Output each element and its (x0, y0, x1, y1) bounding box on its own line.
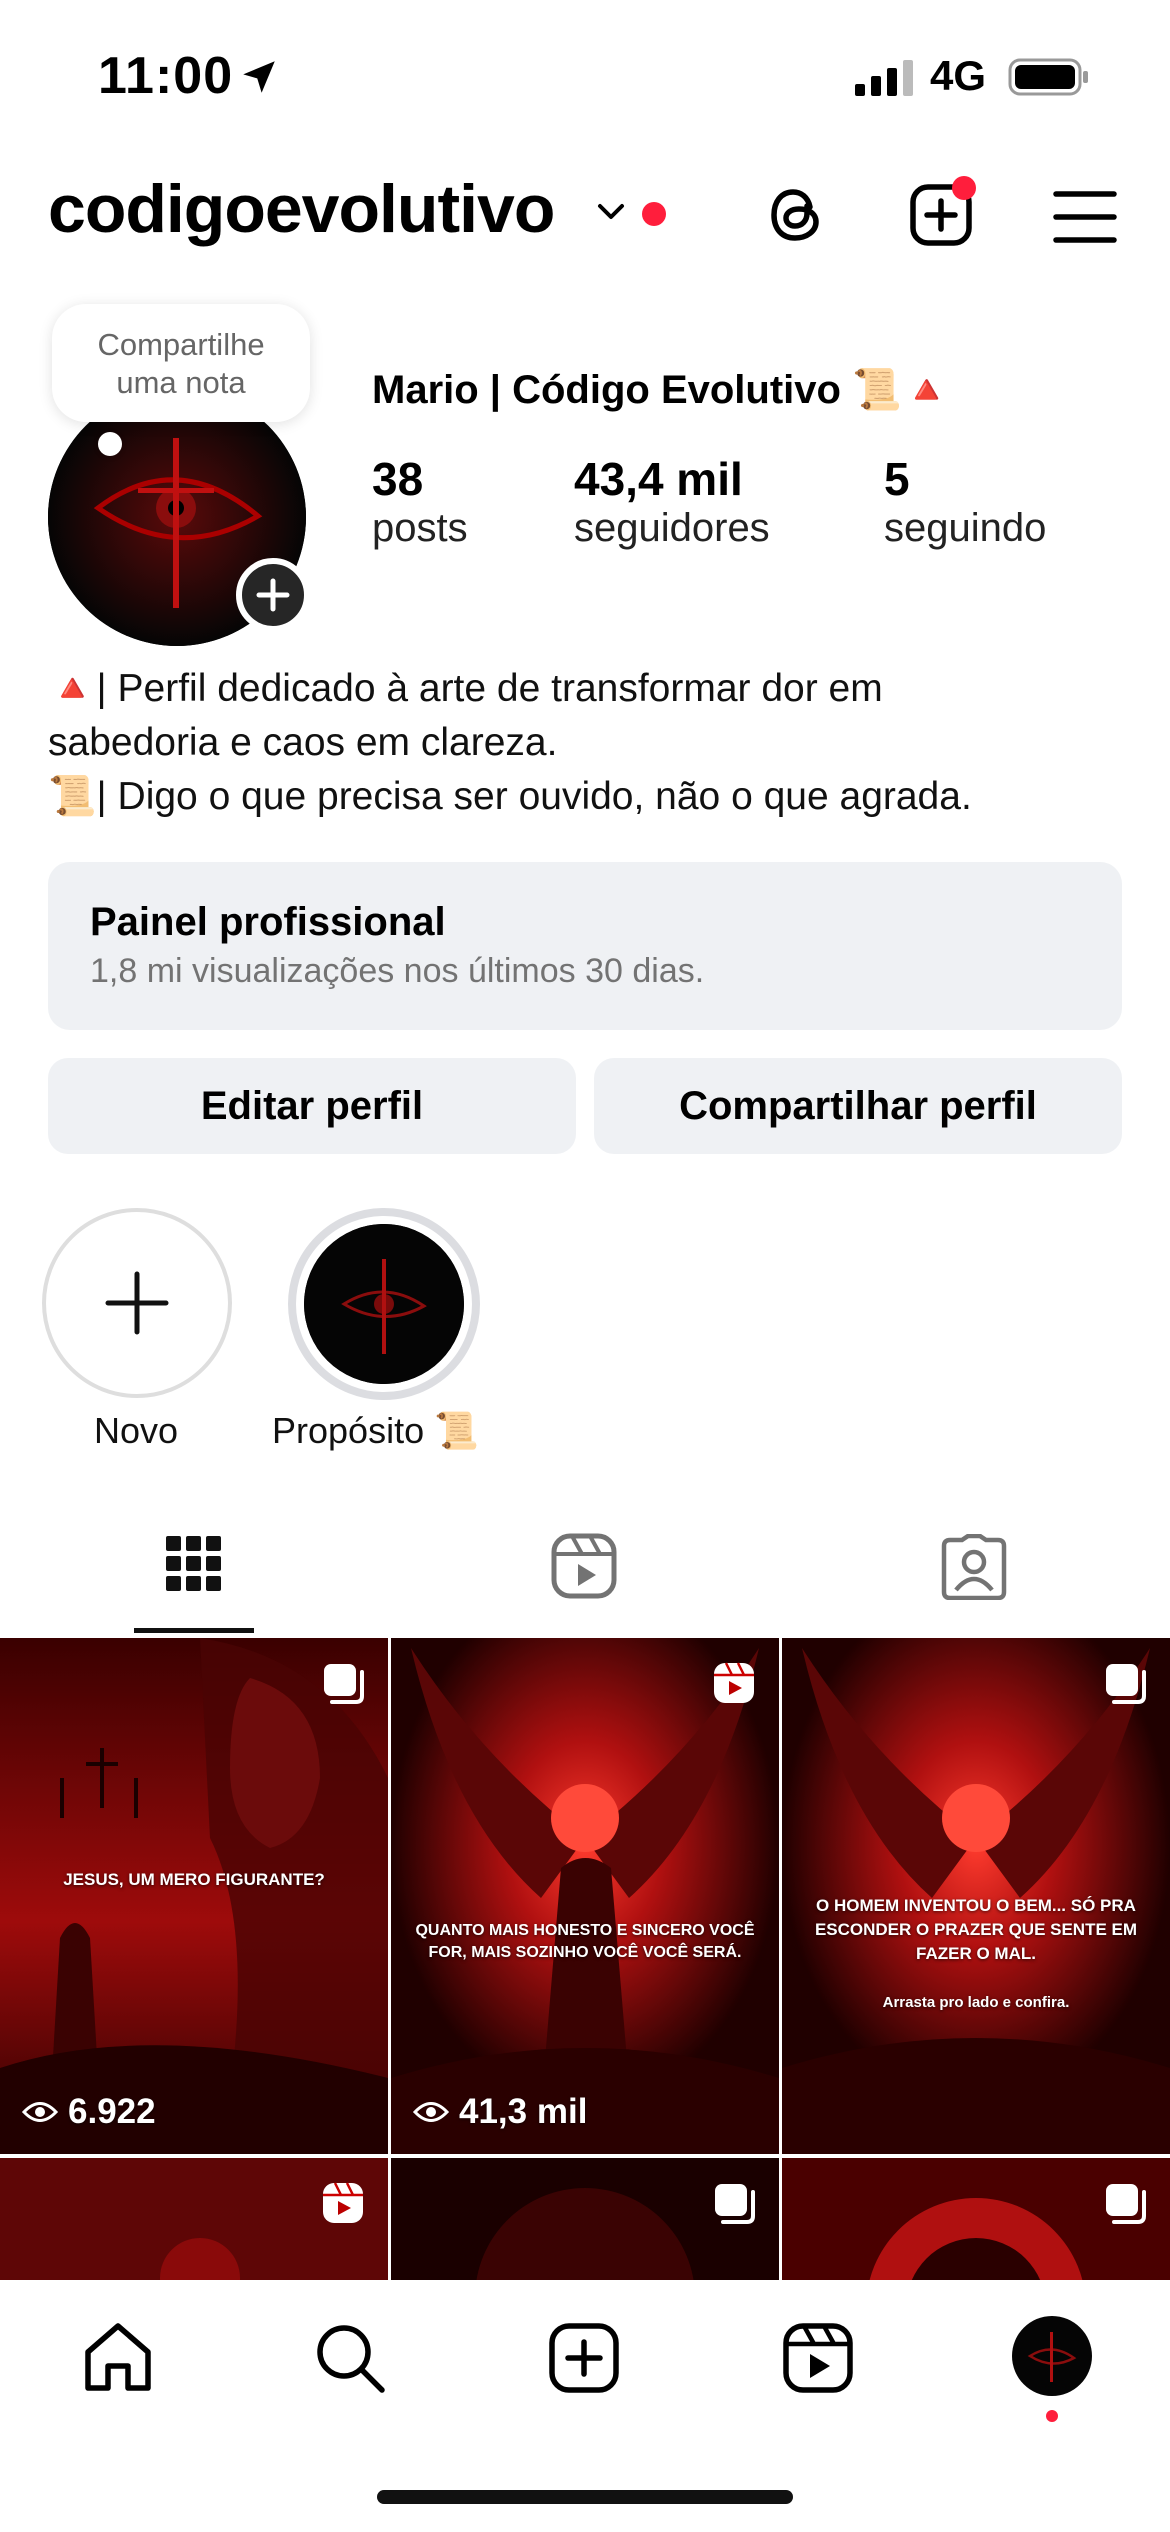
profile-nav-dot (1046, 2410, 1058, 2422)
new-highlight-button[interactable] (42, 1208, 232, 1398)
profile-display-name: Mario | Código Evolutivo 📜🔺 (372, 368, 952, 412)
post-views-count: 41,3 mil (459, 2092, 588, 2131)
dashboard-subtitle: 1,8 mi visualizações nos últimos 30 dias… (90, 952, 705, 990)
post-tile[interactable]: QUANTO MAIS HONESTO E SINCERO VOCÊ FOR, … (391, 1638, 779, 2154)
bio-line: sabedoria e caos em clareza. (48, 721, 558, 764)
share-profile-button[interactable]: Compartilhar perfil (594, 1058, 1122, 1154)
stat-posts-value: 38 (372, 453, 424, 505)
status-time: 11:00 (98, 47, 234, 105)
post-image (391, 1638, 779, 2154)
stat-followers[interactable]: 43,4 mil seguidores (574, 452, 770, 551)
chevron-down-icon[interactable] (596, 200, 626, 224)
highlight-eye-art (304, 1224, 464, 1384)
note-bubble-tail (98, 432, 122, 456)
grid-tab-icon[interactable] (164, 1534, 224, 1594)
cellular-signal-icon (855, 60, 913, 96)
post-tile[interactable]: JESUS, UM MERO FIGURANTE? 6.922 (0, 1638, 388, 2154)
post-tile[interactable] (782, 2158, 1170, 2280)
carousel-badge-icon (715, 2184, 755, 2224)
post-caption: O HOMEM INVENTOU O BEM... SÓ PRA ESCONDE… (814, 1896, 1138, 1963)
home-icon[interactable] (80, 2320, 156, 2396)
highlight-label-new: Novo (94, 1410, 179, 1451)
plus-icon (105, 1271, 169, 1335)
stat-following-label: seguindo (884, 506, 1047, 550)
location-arrow-icon (243, 61, 275, 93)
reel-badge-icon (714, 1662, 754, 1703)
eye-icon (22, 2102, 58, 2122)
post-subcaption: Arrasta pro lado e confira. (882, 1994, 1070, 2011)
reels-icon[interactable] (780, 2320, 856, 2396)
menu-icon[interactable] (1052, 184, 1118, 250)
share-note-bubble[interactable]: Compartilhe uma nota (52, 304, 310, 422)
post-caption: QUANTO MAIS HONESTO E SINCERO VOCÊ FOR, … (415, 1922, 755, 1961)
search-icon[interactable] (312, 2320, 388, 2396)
add-story-button[interactable] (236, 558, 310, 632)
edit-profile-button[interactable]: Editar perfil (48, 1058, 576, 1154)
profile-nav-avatar[interactable] (1012, 2316, 1092, 2396)
home-indicator (377, 2490, 793, 2504)
active-tab-indicator (134, 1628, 254, 1633)
threads-icon[interactable] (764, 182, 830, 248)
note-text-line1: Compartilhe (97, 327, 265, 362)
post-tile[interactable] (391, 2158, 779, 2280)
highlight-label-proposito: Propósito 📜 (272, 1410, 479, 1451)
highlight-cover (304, 1224, 464, 1384)
post-image (0, 1638, 388, 2154)
profile-bio: 🔺| Perfil dedicado à arte de transformar… (48, 662, 1128, 824)
tagged-tab-icon[interactable] (940, 1534, 1008, 1600)
stat-followers-label: seguidores (574, 506, 770, 550)
post-views: 41,3 mil (413, 2092, 587, 2132)
post-views-count: 6.922 (68, 2092, 156, 2131)
stat-followers-value: 43,4 mil (574, 453, 743, 505)
carousel-badge-icon (1106, 2184, 1146, 2224)
carousel-badge-icon (324, 1664, 364, 1704)
stat-following-value: 5 (884, 453, 910, 505)
bio-line: 🔺| Perfil dedicado à arte de transformar… (48, 667, 883, 710)
post-tile[interactable]: O HOMEM INVENTOU O BEM... SÓ PRA ESCONDE… (782, 1638, 1170, 2154)
carousel-badge-icon (1106, 1664, 1146, 1704)
network-type: 4G (930, 52, 987, 99)
post-caption: JESUS, UM MERO FIGURANTE? (63, 1870, 325, 1889)
post-views: 6.922 (22, 2092, 156, 2132)
nav-avatar-art (1027, 2332, 1077, 2382)
reels-tab-icon[interactable] (550, 1532, 618, 1600)
reel-badge-icon (323, 2182, 363, 2223)
dashboard-title: Painel profissional (90, 900, 446, 944)
post-tile[interactable] (0, 2158, 388, 2280)
eye-icon (413, 2102, 449, 2122)
note-text-line2: uma nota (116, 365, 246, 400)
plus-icon (256, 578, 290, 612)
stat-following[interactable]: 5 seguindo (884, 452, 1046, 551)
stat-posts-label: posts (372, 506, 468, 550)
professional-dashboard[interactable] (48, 862, 1122, 1030)
create-icon[interactable] (546, 2320, 622, 2396)
stat-posts[interactable]: 38 posts (372, 452, 468, 551)
bio-line: 📜| Digo o que precisa ser ouvido, não o … (48, 775, 972, 818)
create-notification-dot (952, 176, 976, 200)
account-notification-dot (642, 202, 666, 226)
profile-username[interactable]: codigoevolutivo (48, 170, 555, 248)
battery-icon (1008, 58, 1088, 96)
